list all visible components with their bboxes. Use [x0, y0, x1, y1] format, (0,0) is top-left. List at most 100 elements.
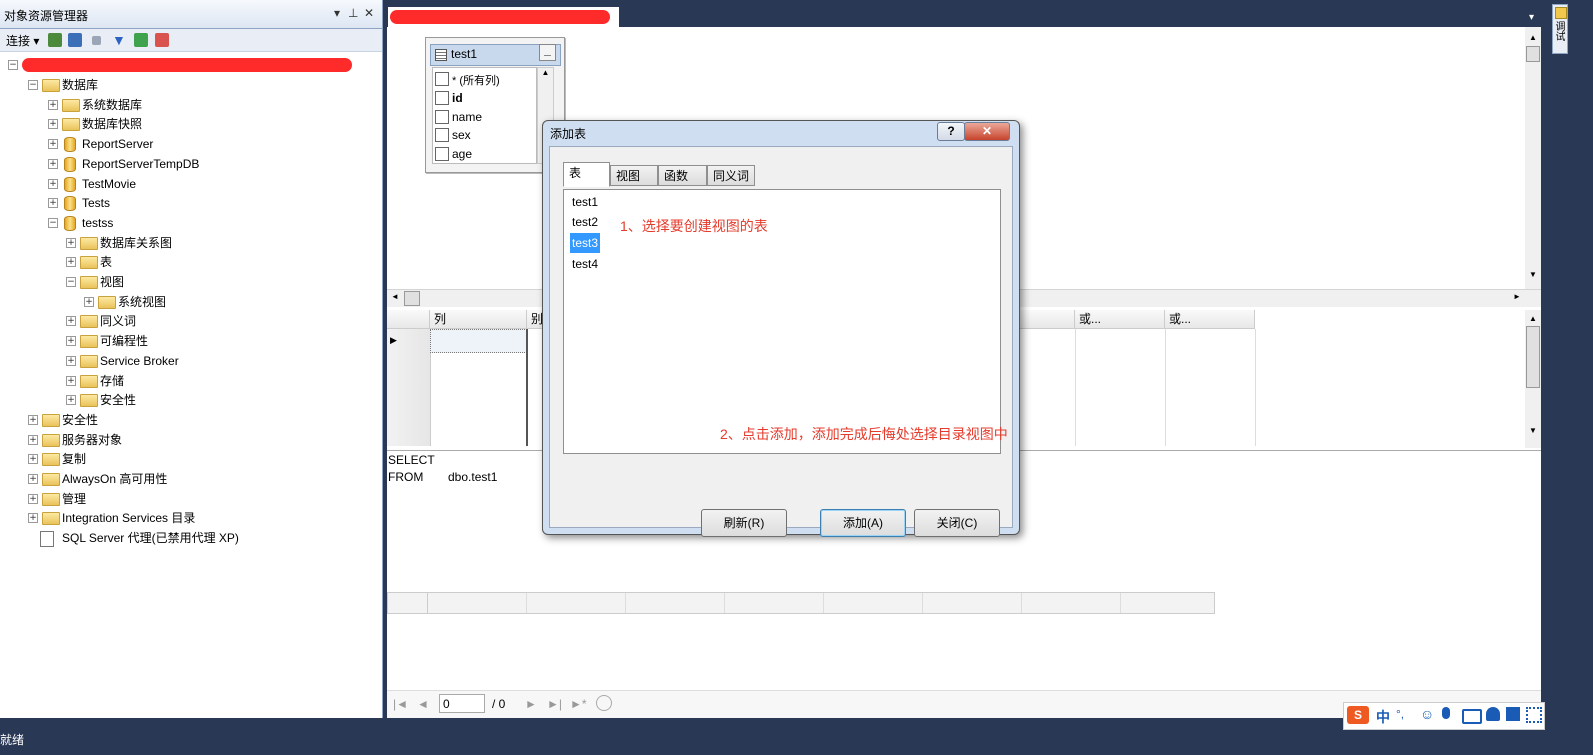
- column-name: sex: [452, 128, 471, 143]
- expand-icon[interactable]: +: [66, 355, 76, 366]
- expand-icon[interactable]: +: [66, 316, 76, 327]
- close-icon[interactable]: ✕: [364, 6, 374, 20]
- table-column-row[interactable]: * (所有列): [435, 70, 535, 88]
- table-column-row[interactable]: id: [435, 89, 535, 107]
- keyboard-icon[interactable]: [1462, 709, 1482, 724]
- refresh-button[interactable]: 刷新(R): [701, 509, 787, 537]
- expand-icon[interactable]: +: [84, 296, 94, 307]
- toolbox-icon[interactable]: [1526, 707, 1542, 723]
- table-column-row[interactable]: name: [435, 108, 535, 126]
- dropdown-icon[interactable]: ▾: [334, 6, 340, 20]
- refresh-icon[interactable]: [134, 33, 148, 47]
- scroll-up-icon[interactable]: ▲: [1525, 314, 1541, 323]
- grid-vertical-scrollbar[interactable]: ▲ ▼: [1525, 310, 1541, 448]
- scroll-thumb[interactable]: [1526, 46, 1540, 62]
- scroll-thumb[interactable]: [404, 291, 420, 306]
- help-button[interactable]: ?: [937, 122, 965, 141]
- expand-icon[interactable]: +: [48, 158, 58, 169]
- stop-icon[interactable]: [92, 36, 101, 45]
- expand-icon[interactable]: +: [28, 493, 38, 504]
- scroll-right-icon[interactable]: ►: [1513, 292, 1521, 301]
- prev-record-icon[interactable]: ◄: [417, 697, 429, 711]
- column-checkbox[interactable]: [435, 72, 449, 86]
- tab-views[interactable]: 视图: [610, 165, 658, 186]
- diagram-vertical-scrollbar[interactable]: ▲ ▼: [1525, 27, 1541, 289]
- scroll-thumb[interactable]: [1526, 326, 1540, 388]
- scroll-up-icon[interactable]: ▲: [538, 68, 553, 77]
- page-input[interactable]: 0: [439, 694, 485, 713]
- last-record-icon[interactable]: ►|: [547, 697, 562, 711]
- expand-icon[interactable]: +: [28, 414, 38, 425]
- collapse-icon[interactable]: −: [66, 277, 76, 287]
- column-checkbox[interactable]: [435, 90, 449, 105]
- close-button[interactable]: ✕: [964, 122, 1010, 141]
- tree-node-server[interactable]: −: [6, 56, 366, 74]
- tab-functions[interactable]: 函数: [658, 165, 707, 186]
- ime-mode[interactable]: 中: [1376, 707, 1390, 727]
- scroll-down-icon[interactable]: ▼: [1525, 270, 1541, 279]
- punctuation-icon[interactable]: °,: [1396, 707, 1404, 721]
- expand-icon[interactable]: +: [28, 513, 38, 524]
- table-item-test1[interactable]: test1: [570, 192, 600, 212]
- dialog-title: 添加表: [550, 127, 587, 141]
- scroll-left-icon[interactable]: ◄: [391, 292, 399, 301]
- table-columns-list: * (所有列) id name sex age: [432, 67, 537, 164]
- add-button[interactable]: 添加(A): [820, 509, 906, 537]
- user-icon[interactable]: [1486, 707, 1500, 721]
- activity-monitor-icon[interactable]: [155, 33, 169, 47]
- disconnect-icon[interactable]: [68, 33, 82, 47]
- new-record-icon[interactable]: ►*: [570, 697, 587, 711]
- minimize-button[interactable]: _: [539, 44, 556, 61]
- expand-icon[interactable]: +: [48, 99, 58, 110]
- expand-icon[interactable]: +: [66, 336, 76, 347]
- expand-icon[interactable]: +: [66, 375, 76, 386]
- dialog-close-button[interactable]: 关闭(C): [914, 509, 1000, 537]
- grid-cell-selected[interactable]: [430, 329, 527, 353]
- sogou-logo-icon[interactable]: S: [1347, 706, 1369, 724]
- object-explorer-panel: 对象资源管理器 ▾ ⊥ ✕ 连接 ▾ ▼ − − 数据库 + 系统数据库 + 数据库快照 +…: [0, 0, 383, 718]
- connect-label: 连接: [6, 34, 31, 48]
- skin-icon[interactable]: [1506, 707, 1520, 721]
- column-checkbox[interactable]: [435, 128, 449, 143]
- scroll-down-icon[interactable]: ▼: [1525, 426, 1541, 435]
- debug-tab[interactable]: 调试: [1552, 4, 1568, 54]
- column-checkbox[interactable]: [435, 109, 449, 124]
- expand-icon[interactable]: +: [66, 257, 76, 268]
- ime-toolbar[interactable]: S 中 °, ☺: [1343, 702, 1545, 730]
- first-record-icon[interactable]: |◄: [393, 697, 408, 711]
- table-item-test2[interactable]: test2: [570, 212, 600, 232]
- collapse-icon[interactable]: −: [48, 217, 58, 228]
- table-item-test4[interactable]: test4: [570, 254, 600, 274]
- connect-button[interactable]: 连接 ▾: [6, 32, 39, 49]
- expand-icon[interactable]: +: [48, 119, 58, 130]
- pin-icon[interactable]: ⊥: [348, 6, 358, 20]
- stop-icon[interactable]: [596, 695, 612, 711]
- table-item-test3[interactable]: test3: [570, 233, 601, 253]
- collapse-icon[interactable]: −: [8, 60, 18, 70]
- table-column-row[interactable]: sex: [435, 126, 535, 144]
- table-header[interactable]: test1 _: [430, 44, 561, 66]
- expand-icon[interactable]: +: [66, 237, 76, 248]
- next-record-icon[interactable]: ►: [525, 697, 537, 711]
- column-checkbox[interactable]: [435, 147, 449, 162]
- expand-icon[interactable]: +: [28, 474, 38, 484]
- document-menu-icon[interactable]: ▾: [1529, 12, 1534, 23]
- collapse-icon[interactable]: −: [28, 80, 38, 90]
- scroll-up-icon[interactable]: ▲: [1525, 33, 1541, 42]
- tab-tables[interactable]: 表: [563, 162, 610, 187]
- expand-icon[interactable]: +: [48, 139, 58, 150]
- expand-icon[interactable]: +: [28, 434, 38, 445]
- tab-synonyms[interactable]: 同义词: [707, 165, 755, 186]
- expand-icon[interactable]: +: [28, 454, 38, 465]
- emoji-icon[interactable]: ☺: [1420, 706, 1434, 722]
- expand-icon[interactable]: +: [48, 198, 58, 209]
- sql-from-keyword: FROM: [388, 470, 424, 484]
- expand-icon[interactable]: +: [48, 178, 58, 189]
- microphone-icon[interactable]: [1442, 707, 1450, 719]
- filter-icon[interactable]: ▼: [112, 33, 126, 47]
- folder-icon: [42, 433, 60, 447]
- table-column-row[interactable]: age: [435, 145, 535, 163]
- expand-icon[interactable]: +: [66, 395, 76, 406]
- connect-icon[interactable]: [48, 33, 62, 47]
- document-tab[interactable]: [388, 7, 619, 27]
